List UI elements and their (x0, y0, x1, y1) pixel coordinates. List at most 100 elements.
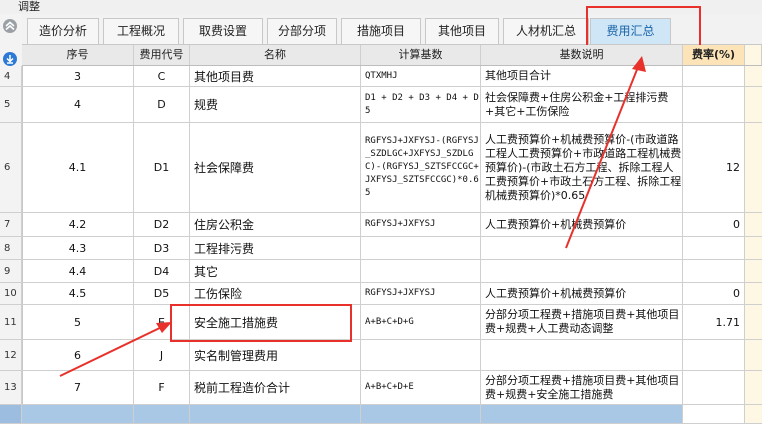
double-chevron-up-icon[interactable] (3, 19, 17, 33)
cell-code[interactable]: F (134, 371, 190, 404)
cell-desc[interactable]: 人工费预算价+机械费预算价 (481, 283, 683, 304)
row-number: 13 (0, 371, 22, 404)
cell-name[interactable]: 其它 (190, 260, 361, 282)
cell-seq[interactable]: 4.4 (22, 260, 134, 282)
cell-code[interactable]: D2 (134, 213, 190, 236)
annotation-box-cell (170, 304, 352, 342)
cell-desc[interactable] (481, 237, 683, 259)
cell-base[interactable] (361, 340, 481, 370)
cell-code[interactable]: C (134, 66, 190, 86)
col-base: 计算基数 (361, 45, 481, 65)
cell-code[interactable] (134, 405, 190, 423)
cell-seq[interactable]: 5 (22, 305, 134, 339)
cell-desc[interactable]: 其他项目合计 (481, 66, 683, 86)
cell-base[interactable]: RGFYSJ+JXFYSJ (361, 283, 481, 304)
cell-seq[interactable]: 3 (22, 66, 134, 86)
table-row[interactable]: 8 4.3 D3 工程排污费 (0, 237, 762, 260)
cell-base[interactable] (361, 405, 481, 423)
row-number: 7 (0, 213, 22, 236)
cell-rate[interactable]: 0 (683, 283, 745, 304)
row-number: 4 (0, 66, 22, 86)
col-name: 名称 (190, 45, 361, 65)
col-seq: 序号 (22, 45, 134, 65)
cell-desc[interactable]: 分部分项工程费+措施项目费+其他项目费+规费+人工费动态调整 (481, 305, 683, 339)
row-number: 11 (0, 305, 22, 339)
cell-desc[interactable] (481, 340, 683, 370)
cell-rate[interactable]: 1.71 (683, 305, 745, 339)
cell-name[interactable]: 规费 (190, 87, 361, 122)
cell-code[interactable]: D3 (134, 237, 190, 259)
table-row[interactable]: 7 4.2 D2 住房公积金 RGFYSJ+JXFYSJ 人工费预算价+机械费预… (0, 213, 762, 237)
cell-rate[interactable] (683, 405, 745, 423)
cell-name[interactable]: 工伤保险 (190, 283, 361, 304)
cell-code[interactable]: D4 (134, 260, 190, 282)
cell-code[interactable]: D1 (134, 123, 190, 212)
cell-base[interactable] (361, 237, 481, 259)
cell-desc[interactable]: 人工费预算价+机械费预算价-(市政道路工程人工费预算价+市政道路工程机械费预算价… (481, 123, 683, 212)
table-row[interactable]: 5 4 D 规费 D1 + D2 + D3 + D4 + D5 社会保障费+住房… (0, 87, 762, 123)
tab-labor-material-summary[interactable]: 人材机汇总 (503, 18, 589, 44)
cell-base[interactable] (361, 260, 481, 282)
cell-seq[interactable]: 6 (22, 340, 134, 370)
table-row[interactable]: 11 5 E 安全施工措施费 A+B+C+D+G 分部分项工程费+措施项目费+其… (0, 305, 762, 340)
table-row[interactable]: 13 7 F 税前工程造价合计 A+B+C+D+E 分部分项工程费+措施项目费+… (0, 371, 762, 405)
cell-name[interactable]: 工程排污费 (190, 237, 361, 259)
cell-name[interactable]: 住房公积金 (190, 213, 361, 236)
cell-rate[interactable] (683, 340, 745, 370)
table-row[interactable]: 4 3 C 其他项目费 QTXMHJ 其他项目合计 (0, 66, 762, 87)
cell-name[interactable] (190, 405, 361, 423)
cell-rate[interactable]: 12 (683, 123, 745, 212)
cell-rate[interactable]: 0 (683, 213, 745, 236)
cell-base[interactable]: D1 + D2 + D3 + D4 + D5 (361, 87, 481, 122)
cell-rate[interactable] (683, 66, 745, 86)
cell-desc[interactable]: 人工费预算价+机械费预算价 (481, 213, 683, 236)
cell-seq[interactable] (22, 405, 134, 423)
cell-seq[interactable]: 4.5 (22, 283, 134, 304)
tab-fee-settings[interactable]: 取费设置 (183, 18, 263, 44)
tab-sub-items[interactable]: 分部分项 (267, 18, 337, 44)
cell-desc[interactable] (481, 405, 683, 423)
cell-seq[interactable]: 4 (22, 87, 134, 122)
col-extra (745, 45, 762, 65)
cell-base[interactable]: A+B+C+D+G (361, 305, 481, 339)
cell-seq[interactable]: 7 (22, 371, 134, 404)
cell-name[interactable]: 社会保障费 (190, 123, 361, 212)
table-row[interactable]: 6 4.1 D1 社会保障费 RGFYSJ+JXFYSJ-(RGFYSJ_SZD… (0, 123, 762, 213)
download-icon[interactable] (3, 52, 17, 66)
cell-desc[interactable] (481, 260, 683, 282)
table-header: 序号 费用代号 名称 计算基数 基数说明 费率(%) (22, 45, 762, 66)
table-row[interactable]: 12 6 J 实名制管理费用 (0, 340, 762, 371)
cell-code[interactable]: D (134, 87, 190, 122)
cell-rate[interactable] (683, 237, 745, 259)
cell-seq[interactable]: 4.1 (22, 123, 134, 212)
tab-cost-analysis[interactable]: 造价分析 (27, 18, 99, 44)
selected-row[interactable] (0, 405, 762, 424)
cell-name[interactable]: 实名制管理费用 (190, 340, 361, 370)
row-number: 6 (0, 123, 22, 212)
tab-measures[interactable]: 措施项目 (341, 18, 421, 44)
cell-rate[interactable] (683, 371, 745, 404)
col-rate: 费率(%) (683, 45, 745, 65)
col-base-desc: 基数说明 (481, 45, 683, 65)
tab-other-items[interactable]: 其他项目 (425, 18, 499, 44)
table-row[interactable]: 9 4.4 D4 其它 (0, 260, 762, 283)
cell-name[interactable]: 税前工程造价合计 (190, 371, 361, 404)
cell-name[interactable]: 其他项目费 (190, 66, 361, 86)
row-number: 5 (0, 87, 22, 122)
table-row[interactable]: 10 4.5 D5 工伤保险 RGFYSJ+JXFYSJ 人工费预算价+机械费预… (0, 283, 762, 305)
cell-base[interactable]: QTXMHJ (361, 66, 481, 86)
cell-desc[interactable]: 社会保障费+住房公积金+工程排污费+其它+工伤保险 (481, 87, 683, 122)
cell-rate[interactable] (683, 260, 745, 282)
cell-seq[interactable]: 4.3 (22, 237, 134, 259)
cell-base[interactable]: RGFYSJ+JXFYSJ (361, 213, 481, 236)
cell-rate[interactable] (683, 87, 745, 122)
tab-project-overview[interactable]: 工程概况 (103, 18, 179, 44)
cell-code[interactable]: D5 (134, 283, 190, 304)
cell-desc[interactable]: 分部分项工程费+措施项目费+其他项目费+规费+安全施工措施费 (481, 371, 683, 404)
row-number: 12 (0, 340, 22, 370)
cell-code[interactable]: J (134, 340, 190, 370)
cell-seq[interactable]: 4.2 (22, 213, 134, 236)
cell-base[interactable]: RGFYSJ+JXFYSJ-(RGFYSJ_SZDLGC+JXFYSJ_SZDL… (361, 123, 481, 212)
row-number: 10 (0, 283, 22, 304)
cell-base[interactable]: A+B+C+D+E (361, 371, 481, 404)
